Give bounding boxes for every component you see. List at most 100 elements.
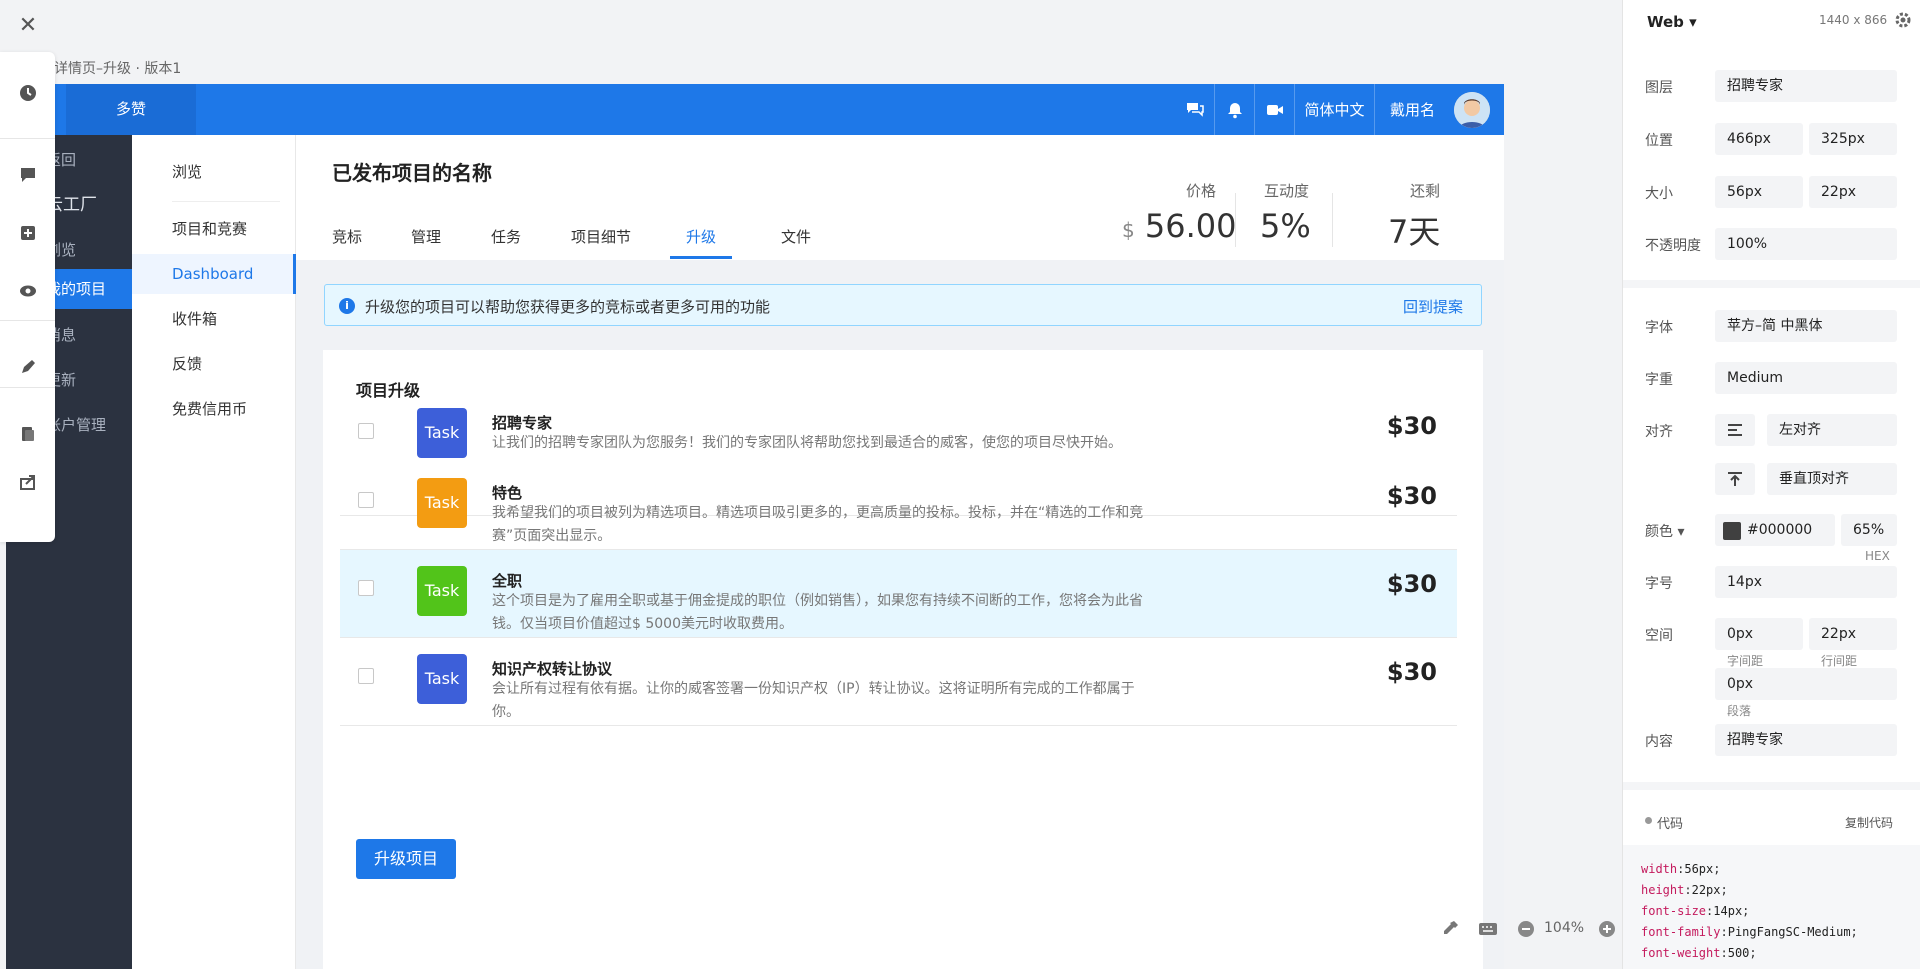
position-x-field[interactable]: 466px bbox=[1715, 123, 1803, 155]
tab-details[interactable]: 项目细节 bbox=[571, 226, 631, 247]
history-icon[interactable] bbox=[0, 73, 55, 113]
settings-gear-icon[interactable] bbox=[1895, 12, 1911, 28]
close-icon[interactable]: ✕ bbox=[14, 12, 42, 40]
chat-icon[interactable] bbox=[1176, 84, 1214, 135]
font-field[interactable]: 苹方–简 中黑体 bbox=[1715, 310, 1897, 342]
subnav-item-feedback[interactable]: 反馈 bbox=[132, 344, 296, 384]
position-y-field[interactable]: 325px bbox=[1809, 123, 1897, 155]
align-horizontal-field[interactable]: 左对齐 bbox=[1767, 414, 1897, 446]
align-left-icon[interactable] bbox=[1715, 414, 1755, 446]
upgrade-checkbox[interactable] bbox=[358, 580, 374, 596]
subnav-item-browse[interactable]: 浏览 bbox=[132, 152, 296, 192]
username[interactable]: 戴用名 bbox=[1374, 84, 1450, 135]
tool-palette bbox=[0, 52, 55, 542]
weight-label: 字重 bbox=[1645, 372, 1673, 388]
eyedropper-icon[interactable] bbox=[1440, 919, 1460, 939]
subnav-item-projects[interactable]: 项目和竞赛 bbox=[132, 209, 296, 249]
subnav-item-inbox[interactable]: 收件箱 bbox=[132, 299, 296, 339]
stat-label-engagement: 互动度 bbox=[1264, 182, 1310, 200]
stat-value-remaining: 7天 bbox=[1388, 213, 1441, 251]
info-icon: i bbox=[339, 298, 355, 314]
weight-field[interactable]: Medium bbox=[1715, 362, 1897, 394]
align-label: 对齐 bbox=[1645, 424, 1673, 440]
upgrade-notice: i 升级您的项目可以帮助您获得更多的竞标或者更多可用的功能 回到提案 bbox=[324, 284, 1482, 326]
align-top-icon[interactable] bbox=[1715, 463, 1755, 495]
tab-tasks[interactable]: 任务 bbox=[491, 226, 521, 247]
brand-tab[interactable]: 多赞 bbox=[66, 84, 196, 135]
project-header: 已发布项目的名称 竞标 管理 任务 项目细节 升级 文件 价格 $ 56.00 … bbox=[296, 135, 1504, 260]
upgrade-checkbox[interactable] bbox=[358, 492, 374, 508]
upgrade-checkbox[interactable] bbox=[358, 668, 374, 684]
upgrade-row[interactable]: Task 知识产权转让协议 会让所有过程有依有据。让你的威客签署一份知识产权（I… bbox=[340, 638, 1457, 726]
copy-code-button[interactable]: 复制代码 bbox=[1845, 814, 1893, 831]
content-label: 内容 bbox=[1645, 734, 1673, 750]
platform-select[interactable]: Web ▾ bbox=[1647, 13, 1697, 31]
sidebar-item-my-projects[interactable]: 我的项目 bbox=[46, 269, 132, 309]
color-swatch[interactable] bbox=[1723, 522, 1741, 540]
upgrade-row[interactable]: Task 全职 这个项目是为了雇用全职或基于佣金提成的职位（例如销售），如果您有… bbox=[340, 550, 1457, 638]
letter-spacing-field[interactable]: 0px bbox=[1715, 618, 1803, 650]
comment-icon[interactable] bbox=[0, 155, 55, 195]
preview-eye-icon[interactable] bbox=[0, 271, 55, 311]
keyboard-icon[interactable] bbox=[1478, 921, 1498, 937]
color-mode: HEX bbox=[1865, 549, 1890, 563]
canvas-size: 1440 x 866 bbox=[1819, 13, 1888, 27]
fontsize-field[interactable]: 14px bbox=[1715, 566, 1897, 598]
subnav-item-credits[interactable]: 免费信用币 bbox=[132, 389, 296, 429]
code-line: height:22px; bbox=[1641, 883, 1728, 897]
paragraph-caption: 段落 bbox=[1727, 704, 1752, 718]
main-content: 已发布项目的名称 竞标 管理 任务 项目细节 升级 文件 价格 $ 56.00 … bbox=[296, 135, 1504, 969]
color-label[interactable]: 颜色 ▾ bbox=[1645, 521, 1684, 541]
active-tab-indicator bbox=[670, 256, 732, 259]
width-field[interactable]: 56px bbox=[1715, 176, 1803, 208]
add-note-icon[interactable] bbox=[0, 213, 55, 253]
zoom-in-icon[interactable] bbox=[1598, 920, 1616, 938]
tab-files[interactable]: 文件 bbox=[781, 226, 811, 247]
breadcrumb: 详情页–升级 · 版本1 bbox=[54, 61, 182, 77]
css-code-block[interactable]: width:56px; height:22px; font-size:14px;… bbox=[1623, 845, 1920, 969]
subnav-item-dashboard[interactable]: Dashboard bbox=[132, 254, 296, 294]
tab-manage[interactable]: 管理 bbox=[411, 226, 441, 247]
avatar[interactable] bbox=[1454, 92, 1490, 128]
line-height-field[interactable]: 22px bbox=[1809, 618, 1897, 650]
slices-icon[interactable] bbox=[0, 414, 55, 454]
color-alpha-field[interactable]: 65% bbox=[1841, 514, 1897, 546]
tab-upgrade[interactable]: 升级 bbox=[686, 226, 716, 247]
stat-value-price: $ 56.00 bbox=[1122, 207, 1237, 245]
fontsize-label: 字号 bbox=[1645, 576, 1673, 592]
upgrade-project-button[interactable]: 升级项目 bbox=[356, 839, 456, 879]
align-vertical-field[interactable]: 垂直顶对齐 bbox=[1767, 463, 1897, 495]
height-field[interactable]: 22px bbox=[1809, 176, 1897, 208]
upgrade-title: 知识产权转让协议 bbox=[492, 660, 613, 678]
upgrade-price: $30 bbox=[1386, 482, 1437, 510]
upgrade-row[interactable]: Task 特色 我希望我们的项目被列为精选项目。精选项目吸引更多的，更高质量的投… bbox=[340, 462, 1457, 550]
upgrade-checkbox[interactable] bbox=[358, 423, 374, 439]
code-line: font-weight:500; bbox=[1641, 946, 1757, 960]
task-badge: Task bbox=[417, 478, 467, 528]
page-title: 已发布项目的名称 bbox=[332, 161, 492, 185]
tab-bids[interactable]: 竞标 bbox=[332, 226, 362, 247]
code-line: font-family:PingFangSC-Medium; bbox=[1641, 925, 1858, 939]
zoom-out-icon[interactable] bbox=[1517, 920, 1535, 938]
layer-label: 图层 bbox=[1645, 80, 1673, 96]
task-badge: Task bbox=[417, 566, 467, 616]
notice-text: 升级您的项目可以帮助您获得更多的竞标或者更多可用的功能 bbox=[365, 298, 771, 316]
code-line: font-size:14px; bbox=[1641, 904, 1750, 918]
opacity-field[interactable]: 100% bbox=[1715, 228, 1897, 260]
back-to-proposal-link[interactable]: 回到提案 bbox=[1403, 296, 1463, 317]
line-height-caption: 行间距 bbox=[1821, 654, 1858, 668]
video-icon[interactable] bbox=[1254, 84, 1294, 135]
opacity-label: 不透明度 bbox=[1645, 238, 1701, 254]
zoom-bar: 104% bbox=[1440, 918, 1620, 940]
paragraph-field[interactable]: 0px bbox=[1715, 668, 1897, 700]
code-line: width:56px; bbox=[1641, 862, 1721, 876]
share-icon[interactable] bbox=[0, 462, 55, 502]
sub-navigation: 浏览 项目和竞赛 Dashboard 收件箱 反馈 免费信用币 bbox=[132, 135, 296, 969]
section-title: 项目升级 bbox=[356, 381, 421, 400]
layer-field[interactable]: 招聘专家 bbox=[1715, 70, 1897, 102]
language-switch[interactable]: 简体中文 bbox=[1294, 84, 1374, 135]
content-field[interactable]: 招聘专家 bbox=[1715, 724, 1897, 756]
pen-icon[interactable] bbox=[0, 347, 55, 387]
code-label: 代码 bbox=[1657, 817, 1684, 832]
bell-icon[interactable] bbox=[1214, 84, 1254, 135]
